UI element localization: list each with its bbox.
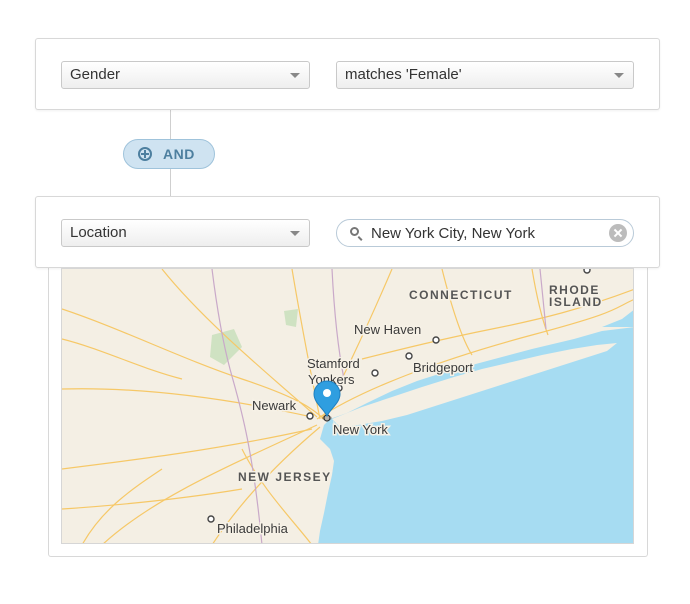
map-label-newark: Newark bbox=[252, 398, 297, 413]
chevron-down-icon bbox=[614, 73, 624, 78]
location-search bbox=[336, 219, 634, 247]
field-select-location[interactable]: Location bbox=[61, 219, 310, 247]
field-select-value: Location bbox=[70, 224, 127, 241]
search-icon bbox=[350, 227, 359, 236]
field-select-value: Gender bbox=[70, 66, 121, 83]
map-label-philadelphia: Philadelphia bbox=[217, 521, 289, 536]
map-label-new-york: New York bbox=[333, 422, 388, 437]
map-label-connecticut: CONNECTICUT bbox=[409, 288, 513, 302]
and-label: AND bbox=[163, 146, 195, 162]
clear-icon[interactable] bbox=[609, 224, 627, 242]
location-search-input[interactable] bbox=[371, 223, 601, 243]
location-map[interactable]: CONNECTICUT RHODE ISLAND NEW JERSEY New … bbox=[61, 268, 634, 544]
map-park bbox=[284, 309, 298, 327]
plus-circle-icon bbox=[138, 147, 152, 161]
map-label-new-jersey: NEW JERSEY bbox=[238, 470, 332, 484]
map-label-stamford: Stamford bbox=[307, 356, 360, 371]
field-select-gender[interactable]: Gender bbox=[61, 61, 310, 89]
operator-select-value: matches 'Female' bbox=[345, 66, 462, 83]
map-label-new-haven: New Haven bbox=[354, 322, 421, 337]
chevron-down-icon bbox=[290, 73, 300, 78]
map-label-bridgeport: Bridgeport bbox=[413, 360, 473, 375]
and-button[interactable]: AND bbox=[123, 139, 215, 169]
connector-line-bottom bbox=[170, 169, 171, 196]
chevron-down-icon bbox=[290, 231, 300, 236]
operator-select[interactable]: matches 'Female' bbox=[336, 61, 634, 89]
connector-line-top bbox=[170, 110, 171, 139]
map-label-island: ISLAND bbox=[549, 295, 603, 309]
